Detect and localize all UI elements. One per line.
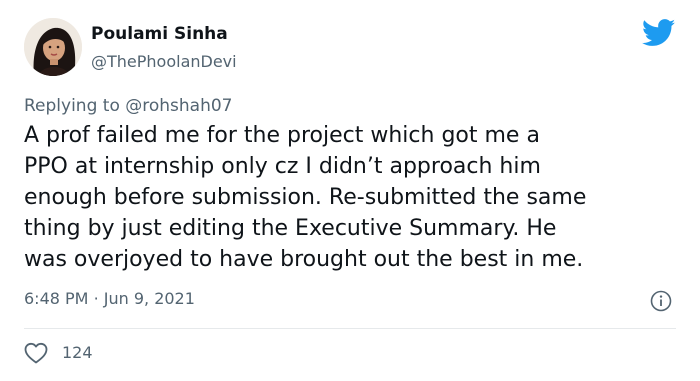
tweet-time: 6:48 PM (24, 289, 89, 308)
heart-icon[interactable] (24, 342, 48, 364)
tweet-timestamp[interactable]: 6:48 PM · Jun 9, 2021 (24, 289, 195, 308)
meta-separator: · (93, 289, 99, 308)
tweet-text-line: was overjoyed to have brought out the be… (24, 247, 584, 272)
divider (24, 328, 676, 329)
tweet-date: Jun 9, 2021 (103, 289, 195, 308)
display-name[interactable]: Poulami Sinha (91, 24, 228, 44)
tweet-body: A prof failed me for the project which g… (24, 120, 684, 275)
avatar[interactable] (24, 18, 82, 76)
tweet-text-line: thing by just editing the Executive Summ… (24, 216, 557, 241)
profile-photo-icon (24, 18, 82, 76)
tweet-text-line: enough before submission. Re-submitted t… (24, 185, 587, 210)
tweet-text-line: A prof failed me for the project which g… (24, 123, 540, 148)
reply-prefix: Replying to (24, 96, 120, 116)
reply-mention-link[interactable]: @rohshah07 (125, 96, 232, 116)
reply-context: Replying to @rohshah07 (24, 96, 233, 116)
user-handle[interactable]: @ThePhoolanDevi (91, 52, 237, 71)
tweet-text-line: PPO at internship only cz I didn’t appro… (24, 154, 541, 179)
twitter-bird-icon[interactable] (641, 19, 676, 47)
tweet-card: Poulami Sinha @ThePhoolanDevi Replying t… (0, 0, 700, 381)
info-icon[interactable] (650, 290, 672, 312)
like-count: 124 (62, 343, 93, 362)
